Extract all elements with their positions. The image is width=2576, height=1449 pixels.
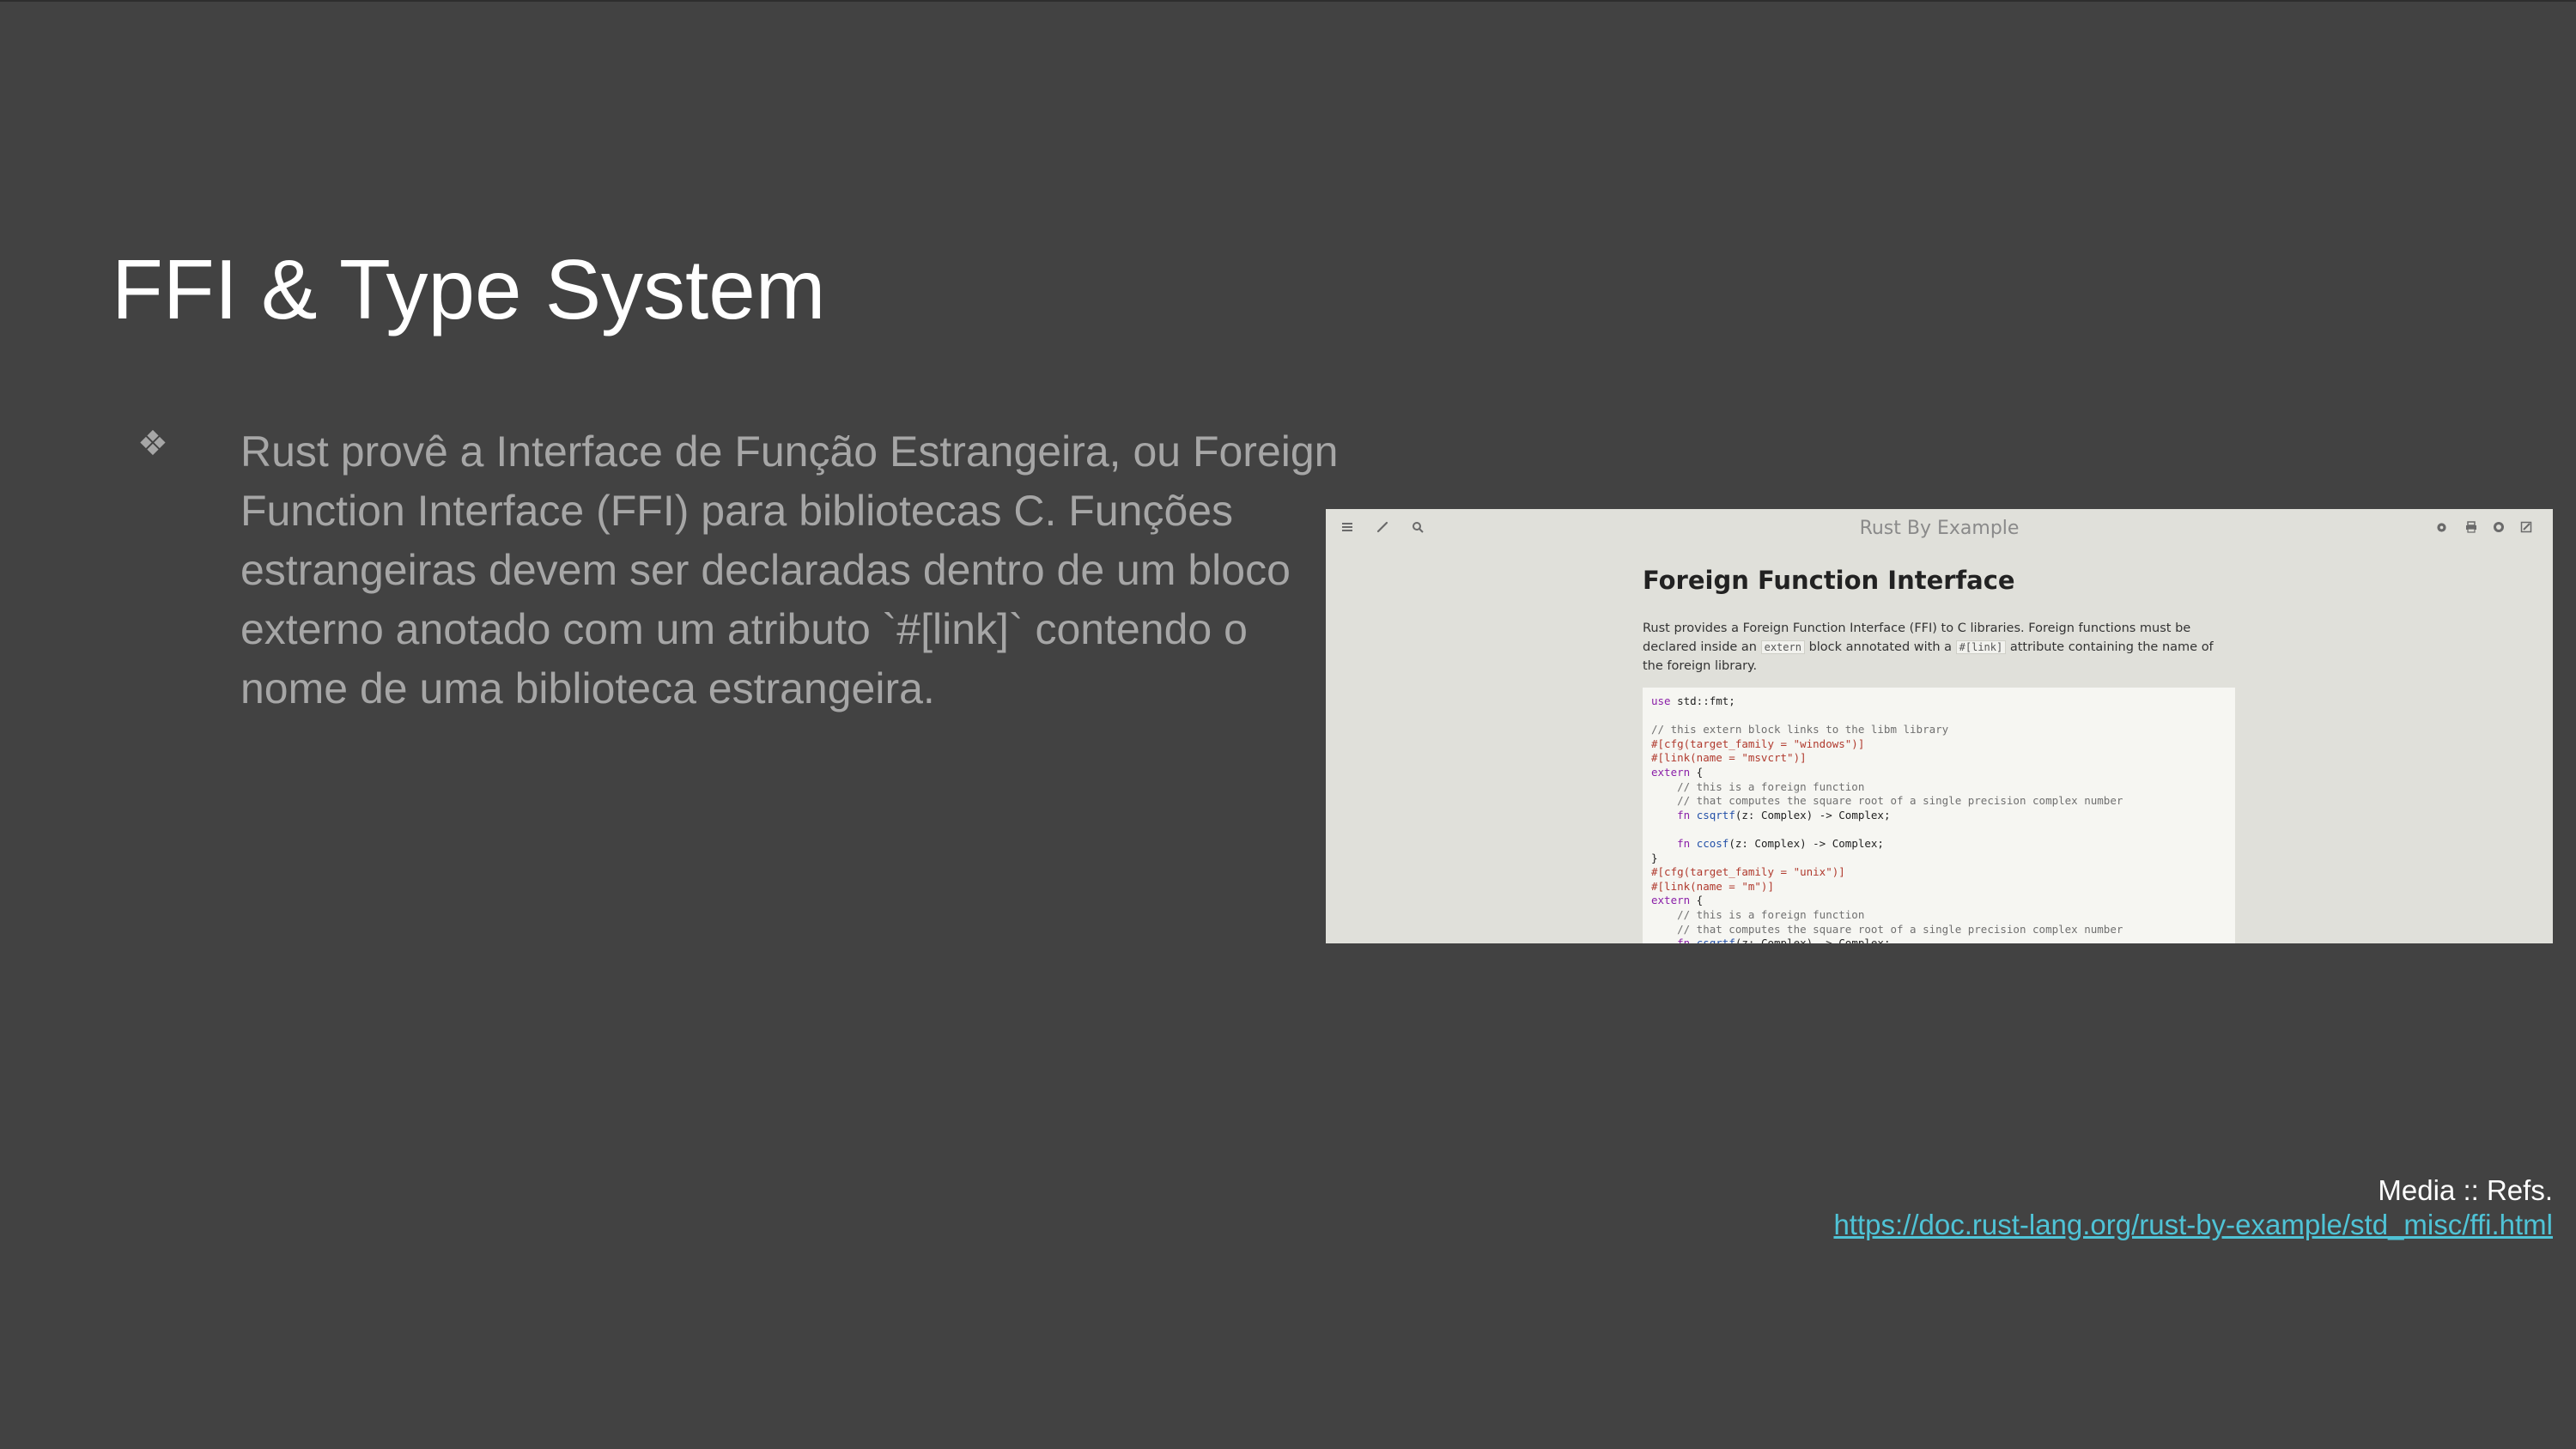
edit-icon	[2520, 521, 2532, 537]
slide: FFI & Type System ❖ Rust provê a Interfa…	[0, 0, 2576, 1449]
code-line: }	[1651, 852, 2227, 866]
code-keyword: fn	[1677, 808, 1691, 822]
code-block: use std::fmt; // this extern block links…	[1643, 688, 2235, 943]
screenshot-toolbar: Rust By Example	[1326, 509, 2553, 549]
code-keyword: fn	[1677, 836, 1691, 850]
code-text: (z: Complex) -> Complex;	[1735, 937, 1891, 943]
code-comment: // this is a foreign function	[1651, 779, 1865, 793]
code-keyword: extern	[1651, 894, 1691, 907]
print-icon	[2465, 521, 2477, 537]
code-line: #[cfg(target_family = "windows")]	[1651, 737, 2227, 752]
code-line: extern {	[1651, 894, 2227, 908]
code-line: #[link(name = "m")]	[1651, 880, 2227, 894]
slide-title: FFI & Type System	[112, 242, 826, 336]
code-text: }	[1651, 851, 1658, 864]
code-keyword: fn	[1677, 937, 1691, 943]
code-text: (z: Complex) -> Complex;	[1728, 836, 1884, 850]
github-icon	[2493, 521, 2505, 537]
screenshot-paragraph: Rust provides a Foreign Function Interfa…	[1643, 619, 2218, 676]
code-line: #[link(name = "msvcrt")]	[1651, 751, 2227, 766]
code-line: fn csqrtf(z: Complex) -> Complex;	[1651, 809, 2227, 823]
code-attribute: #[cfg(target_family = "windows")]	[1651, 737, 1865, 750]
code-line: fn ccosf(z: Complex) -> Complex;	[1651, 837, 2227, 852]
code-line: // this is a foreign function	[1651, 908, 2227, 923]
code-text: (z: Complex) -> Complex;	[1735, 808, 1891, 822]
refs-label: Media :: Refs.	[2378, 1174, 2553, 1206]
globe-icon	[2436, 521, 2447, 537]
inline-code: #[link]	[1955, 640, 2007, 654]
refs-link[interactable]: https://doc.rust-lang.org/rust-by-exampl…	[1833, 1209, 2553, 1241]
code-keyword: use	[1651, 694, 1671, 707]
code-attribute: #[link(name = "m")]	[1651, 879, 1774, 893]
code-line: extern {	[1651, 766, 2227, 780]
code-function-name: ccosf	[1690, 836, 1729, 850]
diamond-bullet-icon: ❖	[137, 424, 168, 464]
code-function-name: csqrtf	[1690, 808, 1735, 822]
code-function-name: csqrtf	[1690, 937, 1735, 943]
bullet-text: Rust provê a Interface de Função Estrang…	[240, 427, 1339, 712]
code-line: // this extern block links to the libm l…	[1651, 723, 2227, 737]
code-text: {	[1690, 894, 1704, 907]
screenshot-site-title: Rust By Example	[1859, 518, 2020, 539]
code-text: {	[1690, 765, 1704, 779]
code-line: // that computes the square root of a si…	[1651, 923, 2227, 937]
code-attribute: #[cfg(target_family = "unix")]	[1651, 865, 1845, 879]
code-line: fn csqrtf(z: Complex) -> Complex;	[1651, 937, 2227, 943]
screenshot-heading: Foreign Function Interface	[1643, 566, 2015, 595]
code-keyword: extern	[1651, 765, 1691, 779]
code-line: // this is a foreign function	[1651, 780, 2227, 795]
code-comment: // this extern block links to the libm l…	[1651, 723, 1949, 737]
code-comment: // this is a foreign function	[1651, 907, 1865, 921]
code-line: #[cfg(target_family = "unix")]	[1651, 865, 2227, 880]
inline-code: extern	[1760, 640, 1805, 654]
code-comment: // that computes the square root of a si…	[1651, 794, 2123, 808]
code-text: std::fmt;	[1670, 694, 1735, 707]
code-line: // that computes the square root of a si…	[1651, 794, 2227, 809]
code-line: use std::fmt;	[1651, 694, 2227, 709]
embedded-screenshot: Rust By Example Foreign Function Interfa…	[1326, 509, 2553, 943]
code-attribute: #[link(name = "msvcrt")]	[1651, 751, 1807, 765]
paragraph-part: block annotated with a	[1804, 640, 1956, 654]
code-comment: // that computes the square root of a si…	[1651, 922, 2123, 936]
